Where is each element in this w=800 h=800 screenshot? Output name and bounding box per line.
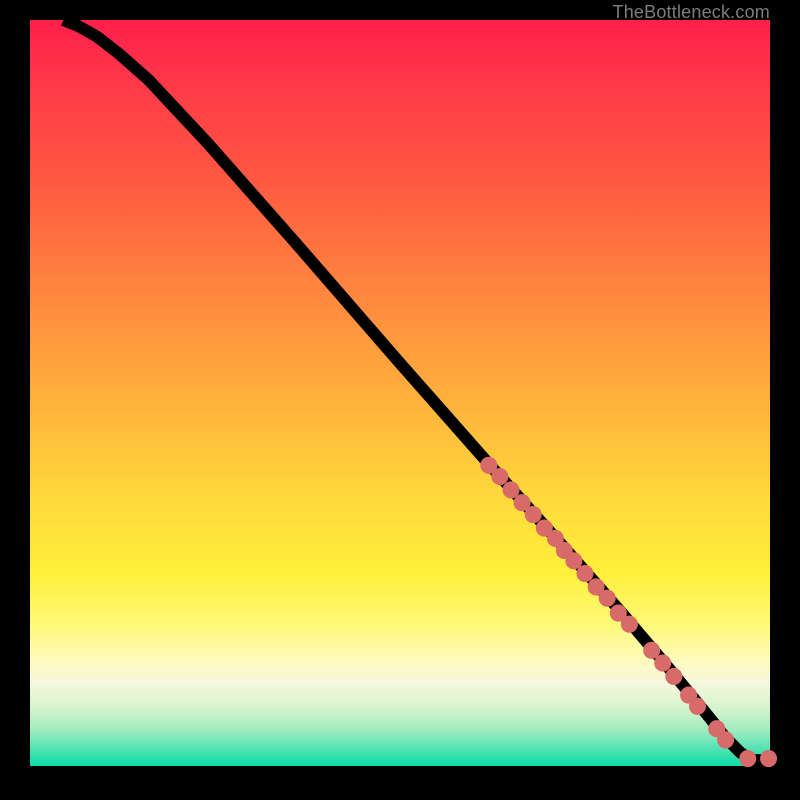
data-point bbox=[621, 616, 638, 633]
data-point bbox=[739, 750, 756, 767]
curve-svg bbox=[30, 20, 770, 766]
data-point bbox=[717, 731, 734, 748]
plot-area bbox=[30, 20, 770, 766]
data-point bbox=[491, 468, 508, 485]
bottleneck-curve bbox=[63, 20, 770, 760]
attribution-text: TheBottleneck.com bbox=[613, 2, 770, 23]
data-point bbox=[665, 668, 682, 685]
data-point bbox=[599, 590, 616, 607]
data-point bbox=[689, 698, 706, 715]
data-point bbox=[525, 506, 542, 523]
data-point bbox=[654, 654, 671, 671]
data-point bbox=[760, 750, 777, 767]
chart-stage: TheBottleneck.com bbox=[0, 0, 800, 800]
data-point bbox=[576, 565, 593, 582]
